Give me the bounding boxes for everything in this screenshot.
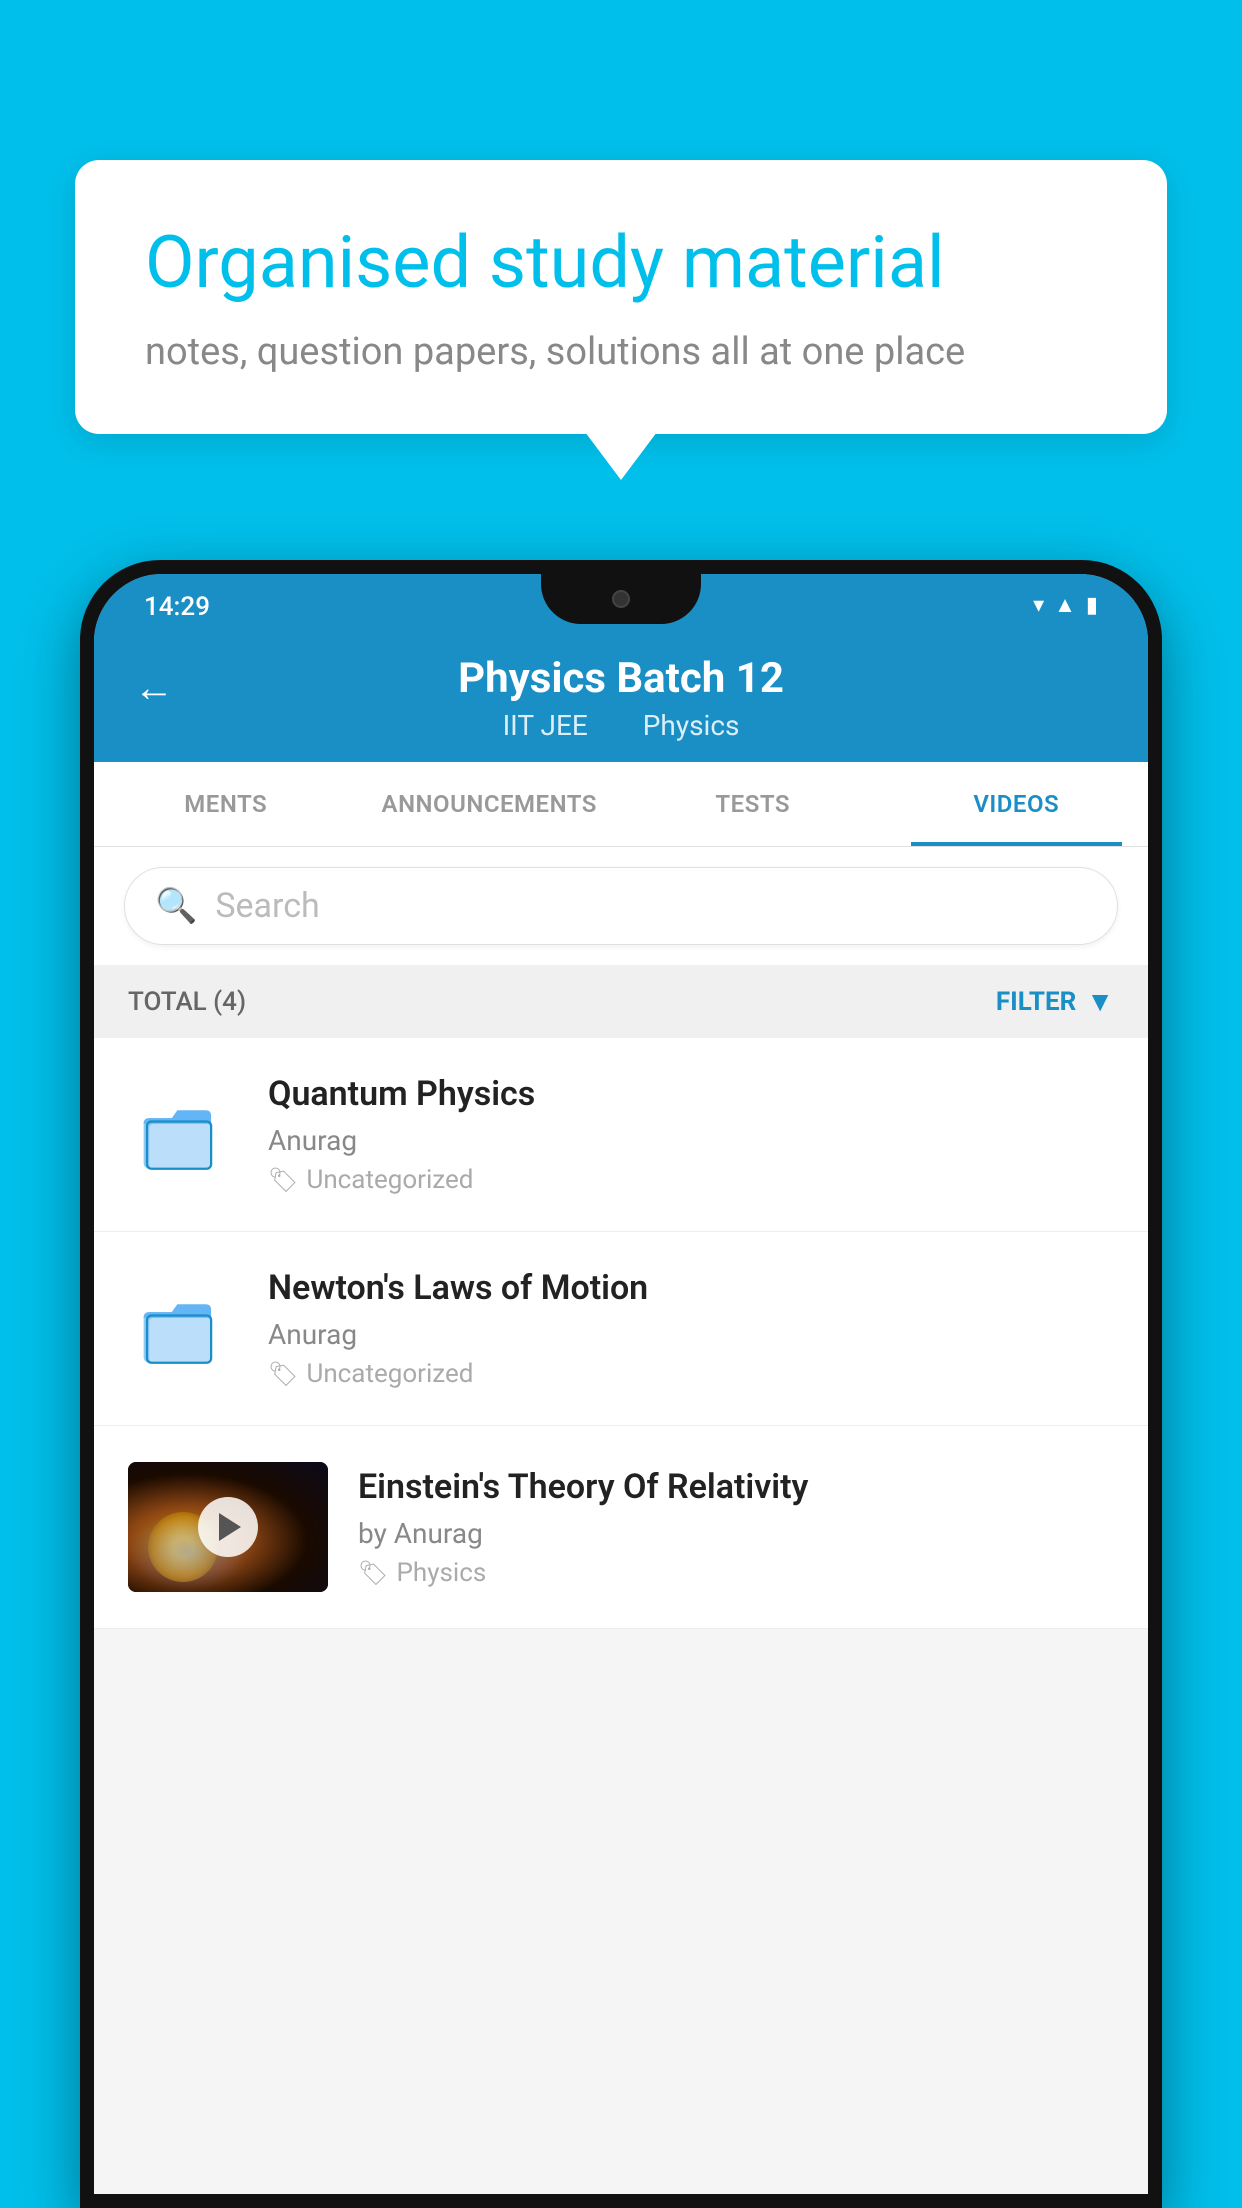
- notch-cutout: [541, 574, 701, 624]
- video-author-2: Anurag: [268, 1318, 1114, 1351]
- bubble-title: Organised study material: [145, 220, 1097, 306]
- video-tag-2: 🏷 Uncategorized: [268, 1359, 1114, 1389]
- signal-icon: ▲: [1054, 592, 1076, 618]
- search-icon: 🔍: [155, 886, 197, 926]
- status-time: 14:29: [144, 592, 210, 622]
- speech-bubble: Organised study material notes, question…: [75, 160, 1167, 434]
- video-title-2: Newton's Laws of Motion: [268, 1268, 1114, 1308]
- video-title-1: Quantum Physics: [268, 1074, 1114, 1114]
- battery-icon: ▮: [1086, 593, 1098, 618]
- tab-bar: MENTS ANNOUNCEMENTS TESTS VIDEOS: [94, 762, 1148, 847]
- filter-icon: ▼: [1086, 985, 1114, 1018]
- search-input-wrap[interactable]: 🔍 Search: [124, 867, 1118, 945]
- header-title: Physics Batch 12: [134, 654, 1108, 703]
- tab-announcements[interactable]: ANNOUNCEMENTS: [358, 762, 622, 846]
- header-subtitle: IIT JEE Physics: [134, 709, 1108, 742]
- filter-row: TOTAL (4) FILTER ▼: [94, 965, 1148, 1038]
- subtitle-physics: Physics: [643, 709, 740, 742]
- wifi-icon: ▾: [1033, 593, 1044, 618]
- video-list: Quantum Physics Anurag 🏷 Uncategorized: [94, 1038, 1148, 1629]
- video-thumbnail-3: [128, 1462, 328, 1592]
- video-author-3: by Anurag: [358, 1517, 1114, 1550]
- status-bar: 14:29 ▾ ▲ ▮: [94, 574, 1148, 654]
- subtitle-iitjee: IIT JEE: [503, 709, 588, 742]
- filter-label: FILTER: [996, 987, 1076, 1017]
- video-info-1: Quantum Physics Anurag 🏷 Uncategorized: [268, 1074, 1114, 1195]
- search-placeholder: Search: [215, 886, 319, 926]
- filter-button[interactable]: FILTER ▼: [996, 985, 1114, 1018]
- tab-ments[interactable]: MENTS: [94, 762, 358, 846]
- folder-icon: [138, 1284, 228, 1374]
- phone-inner: 14:29 ▾ ▲ ▮ ← Physics Batch 12 IIT JEE P…: [94, 574, 1148, 2194]
- list-item[interactable]: Einstein's Theory Of Relativity by Anura…: [94, 1426, 1148, 1629]
- back-button[interactable]: ←: [134, 664, 174, 711]
- camera-dot: [612, 590, 630, 608]
- folder-thumb-2: [128, 1274, 238, 1384]
- status-icons: ▾ ▲ ▮: [1033, 592, 1098, 618]
- video-tag-1: 🏷 Uncategorized: [268, 1165, 1114, 1195]
- video-title-3: Einstein's Theory Of Relativity: [358, 1467, 1114, 1507]
- video-info-3: Einstein's Theory Of Relativity by Anura…: [358, 1467, 1114, 1588]
- search-bar-container: 🔍 Search: [94, 847, 1148, 965]
- bubble-subtitle: notes, question papers, solutions all at…: [145, 330, 1097, 374]
- phone-frame: 14:29 ▾ ▲ ▮ ← Physics Batch 12 IIT JEE P…: [80, 560, 1162, 2208]
- video-info-2: Newton's Laws of Motion Anurag 🏷 Uncateg…: [268, 1268, 1114, 1389]
- list-item[interactable]: Newton's Laws of Motion Anurag 🏷 Uncateg…: [94, 1232, 1148, 1426]
- tag-icon-3: 🏷: [358, 1559, 388, 1587]
- folder-icon: [138, 1090, 228, 1180]
- folder-thumb-1: [128, 1080, 238, 1190]
- total-count: TOTAL (4): [128, 987, 246, 1017]
- tab-videos[interactable]: VIDEOS: [885, 762, 1149, 846]
- video-author-1: Anurag: [268, 1124, 1114, 1157]
- tag-icon-1: 🏷: [268, 1166, 298, 1194]
- tab-tests[interactable]: TESTS: [621, 762, 885, 846]
- play-button[interactable]: [198, 1497, 258, 1557]
- list-item[interactable]: Quantum Physics Anurag 🏷 Uncategorized: [94, 1038, 1148, 1232]
- tag-icon-2: 🏷: [268, 1360, 298, 1388]
- video-tag-3: 🏷 Physics: [358, 1558, 1114, 1588]
- play-triangle-icon: [219, 1513, 241, 1541]
